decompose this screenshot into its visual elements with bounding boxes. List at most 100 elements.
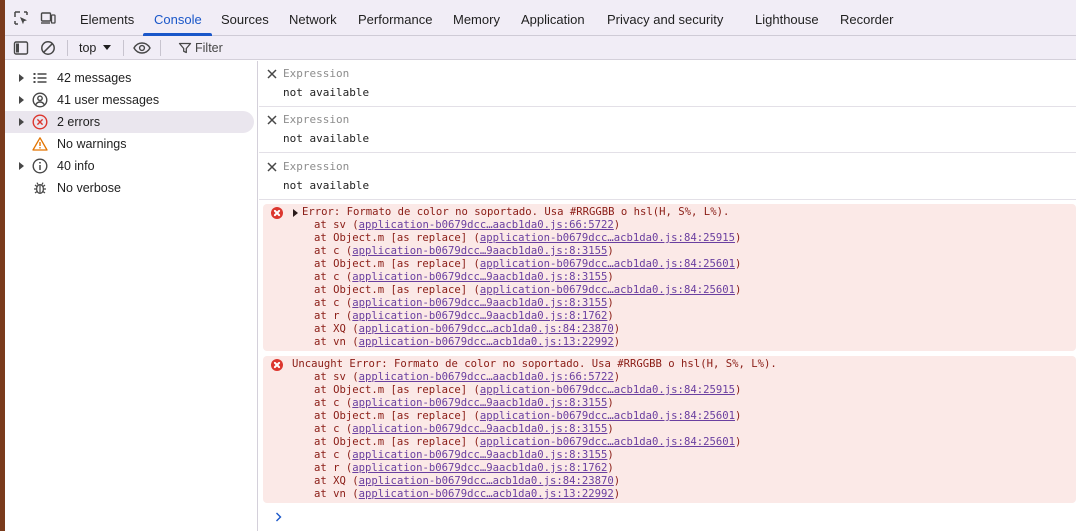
bug-icon (34, 182, 46, 195)
sidebar-item-label: 2 errors (57, 115, 101, 129)
console-output: Expression not available Expression not … (259, 61, 1076, 531)
device-toolbar-icon[interactable] (40, 10, 56, 26)
source-link[interactable]: application-b0679dcc…acb1da0.js:13:22992 (359, 488, 614, 500)
source-link[interactable]: application-b0679dcc…aacb1da0.js:66:5722 (359, 219, 614, 231)
sidebar-item-user-messages[interactable]: 41 user messages (5, 89, 254, 111)
eye-icon[interactable] (133, 40, 151, 56)
stack-frame: at c (application-b0679dcc…9aacb1da0.js:… (314, 397, 614, 409)
info-icon (32, 158, 48, 174)
error-message: Error: Formato de color no soportado. Us… (263, 204, 1076, 351)
console-toolbar: top Filter (5, 36, 1076, 60)
live-expression: Expression not available (259, 154, 1076, 200)
stack-frame: at c (application-b0679dcc…9aacb1da0.js:… (314, 245, 614, 257)
inspect-element-icon[interactable] (13, 10, 29, 26)
expression-value: not available (283, 86, 370, 99)
stack-frame: at c (application-b0679dcc…9aacb1da0.js:… (314, 297, 614, 309)
source-link[interactable]: application-b0679dcc…acb1da0.js:13:22992 (359, 336, 614, 348)
stack-frame: at Object.m [as replace] (application-b0… (314, 436, 742, 448)
tab-performance[interactable]: Performance (358, 0, 432, 36)
expression-name[interactable]: Expression (283, 67, 349, 80)
source-link[interactable]: application-b0679dcc…9aacb1da0.js:8:3155 (352, 271, 607, 283)
clear-console-icon[interactable] (40, 40, 56, 56)
source-link[interactable]: application-b0679dcc…9aacb1da0.js:8:3155 (352, 449, 607, 461)
error-text: Uncaught Error: Formato de color no sopo… (292, 358, 777, 370)
toolbar-divider (123, 40, 124, 56)
console-sidebar: 42 messages 41 user messages 2 errors No… (5, 61, 258, 531)
expression-value: not available (283, 132, 370, 145)
stack-frame: at XQ (application-b0679dcc…acb1da0.js:8… (314, 323, 621, 335)
live-expression: Expression not available (259, 107, 1076, 153)
warning-icon (32, 137, 48, 151)
source-link[interactable]: application-b0679dcc…acb1da0.js:84:25915 (480, 232, 735, 244)
devtools-tab-bar: Elements Console Sources Network Perform… (5, 0, 1076, 36)
tab-recorder[interactable]: Recorder (840, 0, 893, 36)
context-selector[interactable]: top (79, 36, 96, 60)
source-link[interactable]: application-b0679dcc…acb1da0.js:84:25915 (480, 384, 735, 396)
uncaught-error-message: Uncaught Error: Formato de color no sopo… (263, 356, 1076, 503)
sidebar-item-errors[interactable]: 2 errors (5, 111, 254, 133)
stack-frame: at c (application-b0679dcc…9aacb1da0.js:… (314, 423, 614, 435)
sidebar-item-info[interactable]: 40 info (5, 155, 254, 177)
filter-placeholder: Filter (195, 41, 223, 55)
source-link[interactable]: application-b0679dcc…9aacb1da0.js:8:3155 (352, 397, 607, 409)
source-link[interactable]: application-b0679dcc…acb1da0.js:84:25601 (480, 410, 735, 422)
tab-memory[interactable]: Memory (453, 0, 500, 36)
close-icon[interactable] (266, 161, 278, 173)
sidebar-item-label: No verbose (57, 181, 121, 195)
toolbar-divider (160, 40, 161, 56)
stack-frame: at Object.m [as replace] (application-b0… (314, 410, 742, 422)
error-icon (32, 114, 48, 130)
close-icon[interactable] (266, 68, 278, 80)
stack-frame: at vn (application-b0679dcc…acb1da0.js:1… (314, 488, 621, 500)
sidebar-item-warnings[interactable]: No warnings (5, 133, 254, 155)
console-prompt-icon[interactable] (274, 511, 284, 523)
expression-name[interactable]: Expression (283, 160, 349, 173)
source-link[interactable]: application-b0679dcc…acb1da0.js:84:25601 (480, 284, 735, 296)
stack-frame: at XQ (application-b0679dcc…acb1da0.js:8… (314, 475, 621, 487)
source-link[interactable]: application-b0679dcc…aacb1da0.js:66:5722 (359, 371, 614, 383)
source-link[interactable]: application-b0679dcc…acb1da0.js:84:25601 (480, 436, 735, 448)
source-link[interactable]: application-b0679dcc…9aacb1da0.js:8:3155 (352, 423, 607, 435)
source-link[interactable]: application-b0679dcc…9aacb1da0.js:8:3155 (352, 297, 607, 309)
devtools-window: Elements Console Sources Network Perform… (5, 0, 1076, 531)
tab-privacy-and-security[interactable]: Privacy and security (607, 0, 723, 36)
sidebar-item-messages[interactable]: 42 messages (5, 67, 254, 89)
stack-frame: at Object.m [as replace] (application-b0… (314, 284, 742, 296)
stack-frame: at Object.m [as replace] (application-b0… (314, 384, 742, 396)
tab-lighthouse[interactable]: Lighthouse (755, 0, 819, 36)
tab-elements[interactable]: Elements (80, 0, 134, 36)
close-icon[interactable] (266, 114, 278, 126)
expression-name[interactable]: Expression (283, 113, 349, 126)
expand-arrow-icon[interactable] (19, 118, 24, 126)
tab-sources[interactable]: Sources (221, 0, 269, 36)
filter-input[interactable]: Filter (169, 38, 1069, 58)
tab-application[interactable]: Application (521, 0, 585, 36)
source-link[interactable]: application-b0679dcc…9aacb1da0.js:8:1762 (352, 462, 607, 474)
list-icon (33, 73, 47, 83)
source-link[interactable]: application-b0679dcc…9aacb1da0.js:8:1762 (352, 310, 607, 322)
tab-console[interactable]: Console (154, 0, 202, 36)
source-link[interactable]: application-b0679dcc…acb1da0.js:84:25601 (480, 258, 735, 270)
expand-arrow-icon[interactable] (19, 96, 24, 104)
error-icon (271, 207, 283, 219)
stack-frame: at vn (application-b0679dcc…acb1da0.js:1… (314, 336, 621, 348)
tab-network[interactable]: Network (289, 0, 337, 36)
sidebar-toggle-icon[interactable] (13, 40, 29, 56)
source-link[interactable]: application-b0679dcc…9aacb1da0.js:8:3155 (352, 245, 607, 257)
source-link[interactable]: application-b0679dcc…acb1da0.js:84:23870 (359, 323, 614, 335)
user-icon (32, 92, 48, 108)
stack-frame: at c (application-b0679dcc…9aacb1da0.js:… (314, 449, 614, 461)
stack-frame: at sv (application-b0679dcc…aacb1da0.js:… (314, 219, 621, 231)
expand-arrow-icon[interactable] (19, 162, 24, 170)
sidebar-item-verbose[interactable]: No verbose (5, 177, 254, 199)
sidebar-item-label: No warnings (57, 137, 127, 151)
stack-frame: at c (application-b0679dcc…9aacb1da0.js:… (314, 271, 614, 283)
toolbar-divider (67, 40, 68, 56)
expand-arrow-icon[interactable] (19, 74, 24, 82)
expand-arrow-icon[interactable] (293, 209, 298, 217)
stack-frame: at r (application-b0679dcc…9aacb1da0.js:… (314, 310, 614, 322)
source-link[interactable]: application-b0679dcc…acb1da0.js:84:23870 (359, 475, 614, 487)
stack-frame: at Object.m [as replace] (application-b0… (314, 232, 742, 244)
filter-icon (178, 42, 192, 54)
stack-frame: at Object.m [as replace] (application-b0… (314, 258, 742, 270)
